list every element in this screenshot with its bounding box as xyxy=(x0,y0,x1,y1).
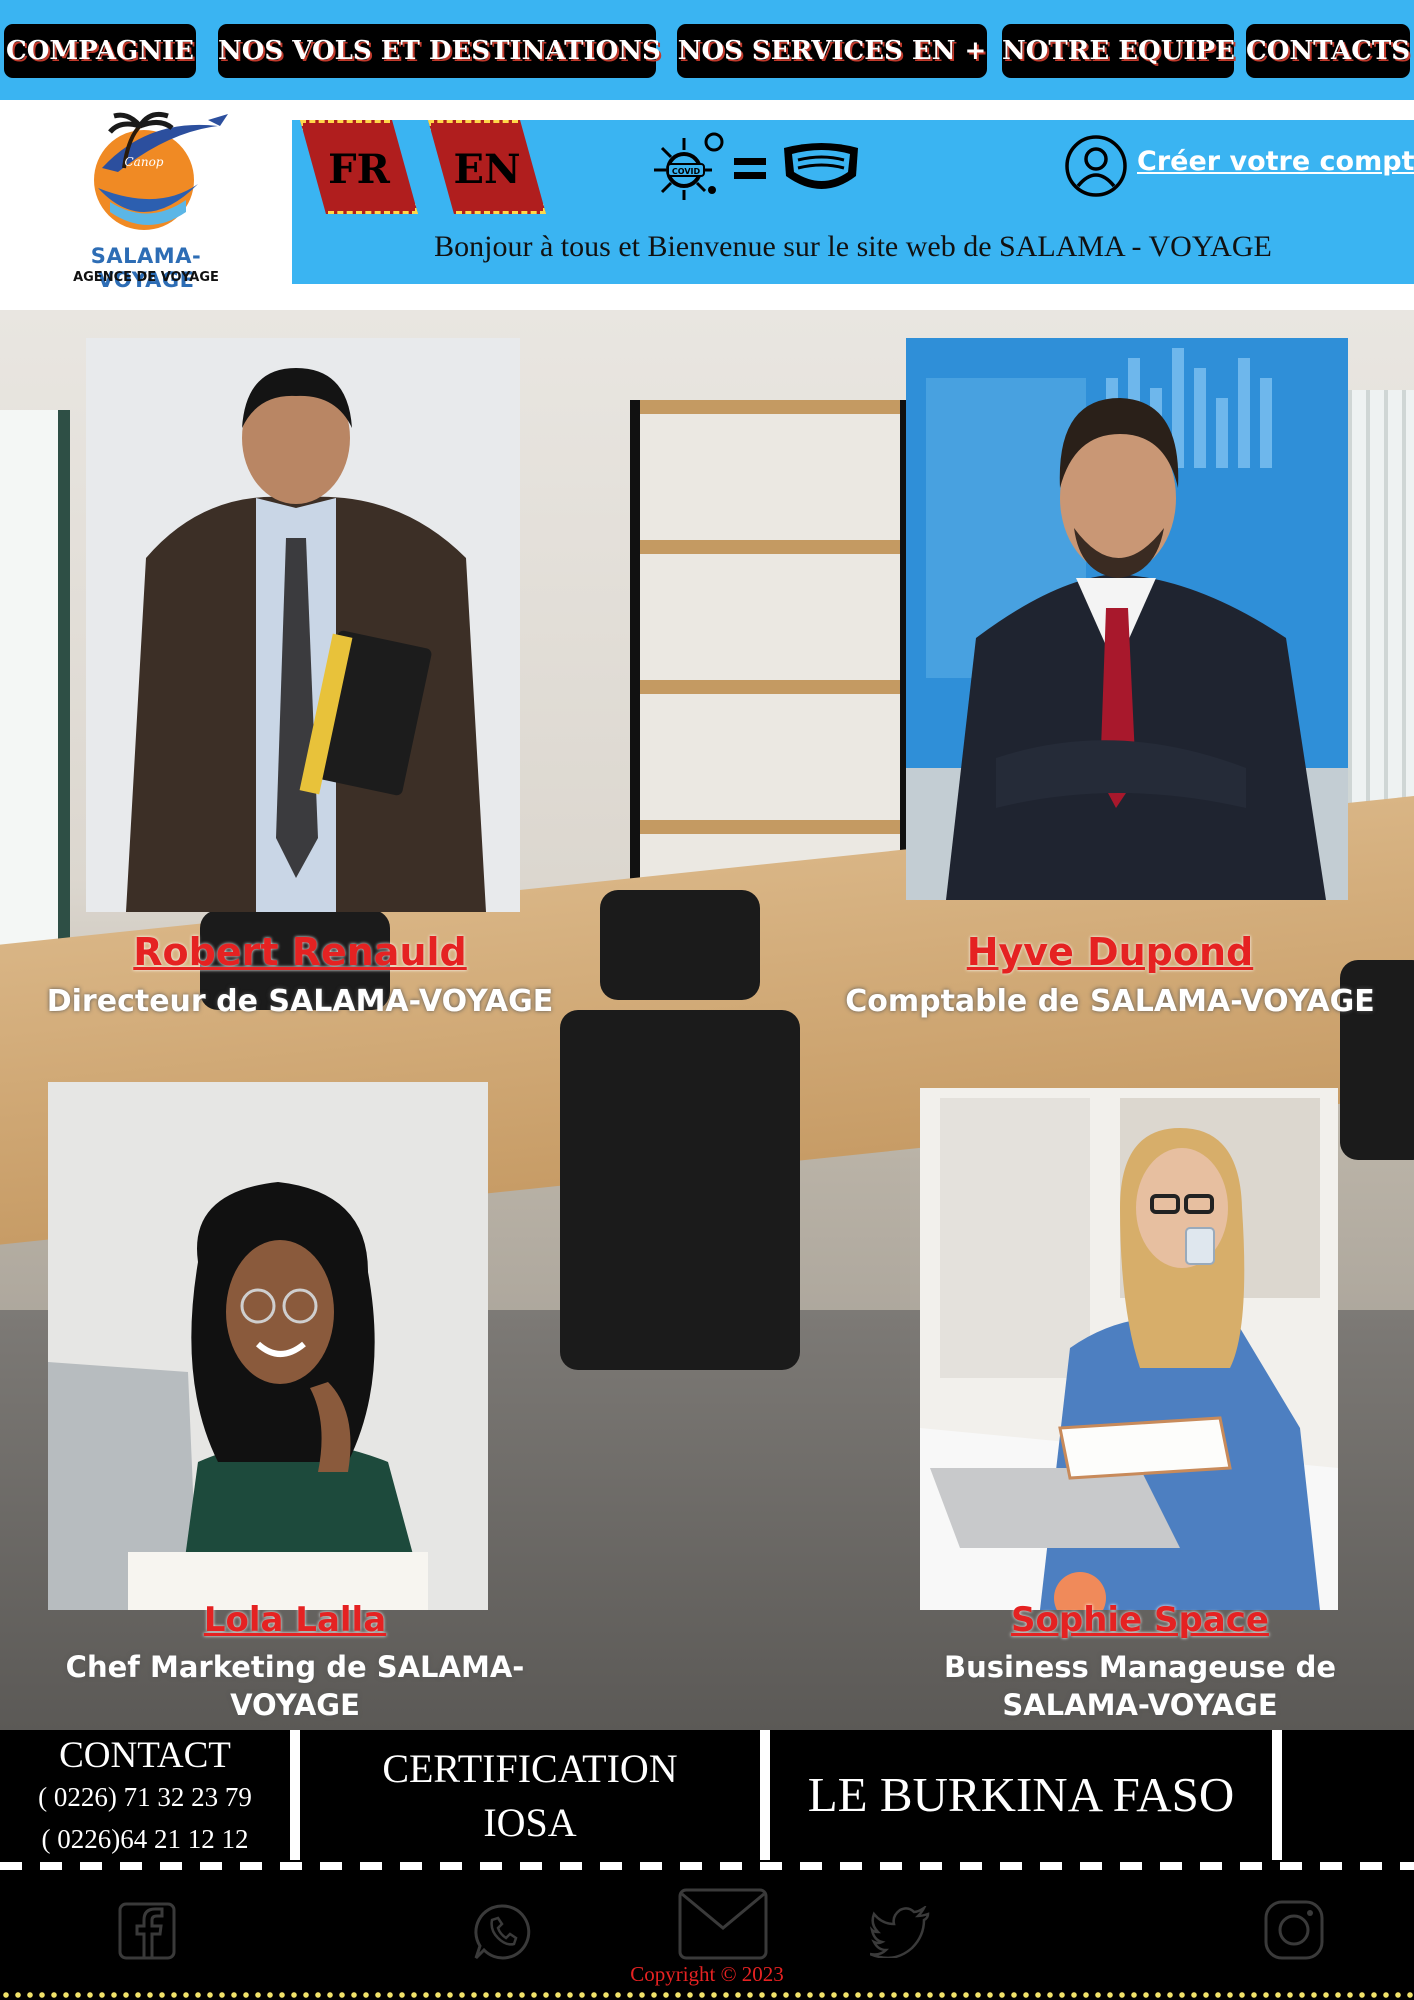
nav-item-vols-destinations[interactable]: NOS VOLS ET DESTINATIONS xyxy=(218,24,661,78)
site-footer: CONTACT ( 0226) 71 32 23 79 ( 0226)64 21… xyxy=(0,1730,1414,2000)
footer-divider xyxy=(760,1730,770,1860)
member-role: Comptable de SALAMA-VOYAGE xyxy=(845,984,1375,1019)
nav-item-services[interactable]: NOS SERVICES EN + xyxy=(677,24,987,78)
member-photo-lola xyxy=(48,1082,488,1610)
contact-phone[interactable]: ( 0226) 71 32 23 79 xyxy=(0,1776,290,1818)
nav-item-compagnie[interactable]: COMPAGNIE xyxy=(4,24,196,78)
twitter-icon[interactable] xyxy=(870,1906,932,1958)
logo-graphic: Canop xyxy=(94,111,228,230)
facebook-icon[interactable] xyxy=(116,1900,178,1962)
mail-icon[interactable] xyxy=(676,1886,770,1962)
welcome-message: Bonjour à tous et Bienvenue sur le site … xyxy=(434,230,1272,263)
footer-divider xyxy=(1272,1730,1282,1860)
member-name: Hyve Dupond xyxy=(966,930,1254,974)
member-name: Lola Lalla xyxy=(203,1600,387,1640)
background-chair xyxy=(600,890,760,1000)
svg-text:Canop: Canop xyxy=(125,155,164,169)
member-photo-robert xyxy=(86,338,520,912)
mask-icon xyxy=(784,143,858,189)
country-box: LE BURKINA FASO xyxy=(770,1730,1272,1860)
footer-divider xyxy=(290,1730,300,1860)
member-role: Chef Marketing de SALAMA-VOYAGE xyxy=(65,1650,525,1722)
covid-mask-banner: COVID xyxy=(652,132,862,202)
svg-text:COVID: COVID xyxy=(672,167,701,176)
member-photo-hyve xyxy=(906,338,1348,900)
language-en-button[interactable]: EN xyxy=(428,120,546,214)
contact-box: CONTACT ( 0226) 71 32 23 79 ( 0226)64 21… xyxy=(0,1730,290,1860)
nav-item-equipe[interactable]: NOTRE EQUIPE xyxy=(1002,24,1235,78)
instagram-icon[interactable] xyxy=(1262,1898,1326,1962)
covid-virus-icon: COVID xyxy=(654,132,724,200)
site-logo[interactable]: Canop SALAMA-VOYAGE AGENCE DE VOYAGE xyxy=(58,108,234,292)
member-role: Directeur de SALAMA-VOYAGE xyxy=(46,984,554,1019)
background-shelf xyxy=(630,400,910,920)
member-name: Robert Renauld xyxy=(133,930,467,974)
member-photo-sophie xyxy=(920,1088,1338,1610)
member-role: Business Manageuse de SALAMA-VOYAGE xyxy=(943,1650,1337,1722)
background-chair xyxy=(560,1010,800,1370)
footer-dotted-border xyxy=(0,1992,1414,1998)
create-account-link[interactable]: Créer votre compte xyxy=(1137,146,1414,177)
contact-phone[interactable]: ( 0226)64 21 12 12 xyxy=(0,1818,290,1860)
contact-title: CONTACT xyxy=(59,1735,231,1776)
team-section: Robert Renauld Directeur de SALAMA-VOYAG… xyxy=(0,310,1414,1730)
footer-dashed-divider xyxy=(0,1862,1414,1870)
nav-item-contacts[interactable]: CONTACTS xyxy=(1246,24,1410,78)
language-fr-button[interactable]: FR xyxy=(300,120,418,214)
logo-subtitle: AGENCE DE VOYAGE xyxy=(73,270,219,285)
whatsapp-icon[interactable] xyxy=(470,1900,534,1964)
certification-text: CERTIFICATION IOSA xyxy=(382,1746,678,1845)
top-navigation: COMPAGNIE NOS VOLS ET DESTINATIONS NOS S… xyxy=(0,0,1414,100)
copyright-text: Copyright © 2023 xyxy=(630,1962,784,1986)
certification-box: CERTIFICATION IOSA xyxy=(300,1730,760,1860)
user-icon[interactable] xyxy=(1064,134,1128,198)
header-banner: FR EN COVID Créer votre compte Bonjour à… xyxy=(292,120,1414,284)
member-name: Sophie Space xyxy=(1011,1600,1269,1640)
country-text: LE BURKINA FASO xyxy=(807,1767,1235,1822)
